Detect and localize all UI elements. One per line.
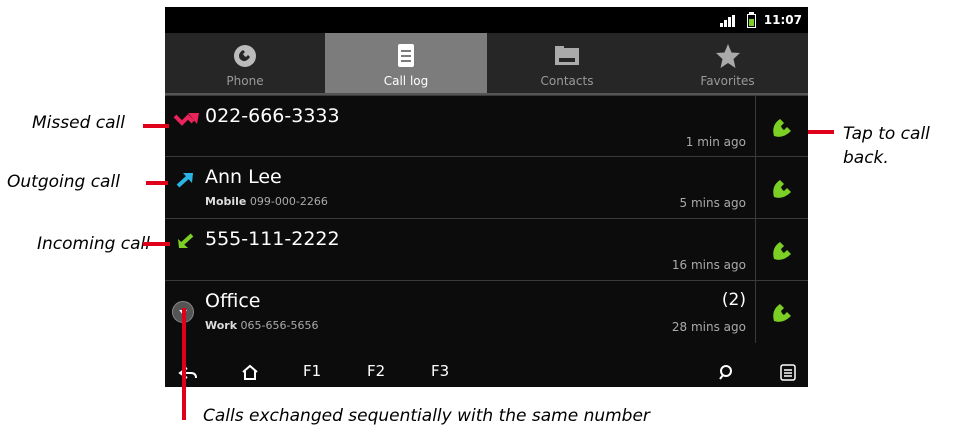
number-type: Work <box>205 319 238 332</box>
call-log-row[interactable]: 555-111-2222 16 mins ago <box>165 218 808 281</box>
caller-name: Office <box>205 290 261 312</box>
f1-key[interactable]: F1 <box>303 362 321 380</box>
menu-icon[interactable] <box>780 364 796 381</box>
callout-pointer <box>143 124 169 128</box>
callout-tap-to-call-back: Tap to call back. <box>843 124 930 168</box>
tab-phone[interactable]: Phone <box>165 33 325 93</box>
callout-pointer <box>143 242 170 246</box>
call-back-button[interactable] <box>755 219 808 281</box>
signal-icon <box>720 15 736 27</box>
contacts-icon <box>555 46 579 65</box>
call-time: 5 mins ago <box>679 196 746 210</box>
callout-incoming-call: Incoming call <box>37 234 150 254</box>
call-detail: Mobile 099-000-2266 <box>205 195 328 208</box>
call-count: (2) <box>721 290 746 310</box>
caller-name: 022-666-3333 <box>205 105 340 127</box>
star-icon <box>715 44 740 68</box>
f3-key[interactable]: F3 <box>431 362 449 380</box>
tab-call-log[interactable]: Call log <box>325 33 487 93</box>
caller-name: 555-111-2222 <box>205 228 340 250</box>
call-time: 16 mins ago <box>671 258 746 272</box>
tab-bar: Phone Call log Contacts Favorites <box>165 33 808 95</box>
call-back-button[interactable] <box>755 96 808 158</box>
call-log-row[interactable]: 022-666-3333 1 min ago <box>165 95 808 158</box>
callout-outgoing-call: Outgoing call <box>7 172 120 192</box>
callout-pointer <box>146 181 168 185</box>
call-back-button[interactable] <box>755 157 808 219</box>
tab-favorites[interactable]: Favorites <box>647 33 808 93</box>
phone-icon <box>773 304 791 322</box>
search-icon[interactable] <box>718 364 734 381</box>
status-time: 11:07 <box>763 13 802 27</box>
call-log-row[interactable]: Office Work 065-656-5656 (2) 28 mins ago <box>165 280 808 343</box>
call-log-row[interactable]: Ann Lee Mobile 099-000-2266 5 mins ago <box>165 156 808 219</box>
f2-key[interactable]: F2 <box>367 362 385 380</box>
tab-label: Favorites <box>700 74 755 88</box>
phone-icon <box>234 45 256 67</box>
outgoing-call-icon <box>176 173 193 188</box>
call-detail: Work 065-656-5656 <box>205 319 318 332</box>
battery-icon <box>747 12 756 28</box>
navigation-bar: F1 F2 F3 <box>165 357 808 387</box>
tab-label: Call log <box>383 74 429 88</box>
tab-contacts[interactable]: Contacts <box>487 33 647 93</box>
status-bar: 11:07 <box>165 7 808 33</box>
callout-missed-call: Missed call <box>32 113 125 133</box>
call-log-icon <box>398 44 414 67</box>
call-time: 1 min ago <box>685 135 746 149</box>
incoming-call-icon <box>178 233 194 248</box>
callout-pointer <box>182 308 186 420</box>
tab-label: Contacts <box>540 74 594 88</box>
phone-icon <box>773 119 791 137</box>
tab-label: Phone <box>226 74 264 88</box>
missed-call-icon <box>173 113 199 126</box>
phone-number: 065-656-5656 <box>240 319 319 332</box>
back-icon[interactable] <box>177 365 199 381</box>
number-type: Mobile <box>205 195 247 208</box>
call-back-button[interactable] <box>755 281 808 343</box>
callout-pointer <box>808 130 834 134</box>
home-icon[interactable] <box>241 364 259 381</box>
callout-sequential-calls: Calls exchanged sequentially with the sa… <box>203 406 650 426</box>
phone-screen: 11:07 Phone Call log Contacts Favorites … <box>165 7 808 387</box>
phone-icon <box>773 242 791 260</box>
phone-number: 099-000-2266 <box>249 195 328 208</box>
call-time: 28 mins ago <box>671 320 746 334</box>
caller-name: Ann Lee <box>205 166 282 188</box>
phone-icon <box>773 180 791 198</box>
